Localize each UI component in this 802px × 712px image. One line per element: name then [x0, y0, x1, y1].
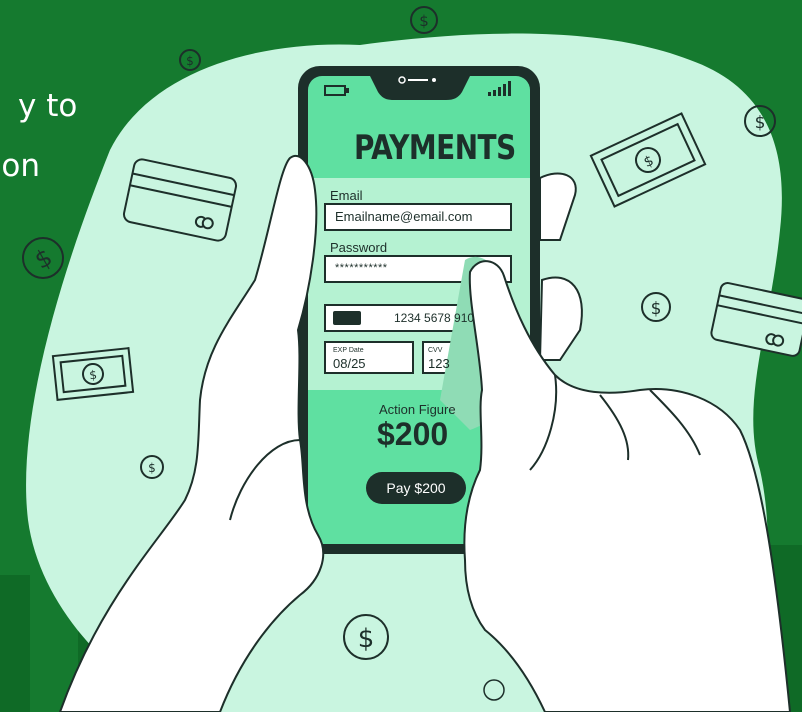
- password-label: Password: [330, 240, 388, 255]
- dollar-coin-icon: $: [179, 49, 201, 71]
- card-number: 1234 5678 910: [394, 311, 475, 325]
- svg-text:$: $: [419, 12, 429, 30]
- email-value: Emailname@email.com: [335, 209, 473, 224]
- price: $200: [377, 416, 449, 452]
- exp-label: EXP Date: [333, 347, 364, 354]
- heading-fragment: y to: [18, 88, 78, 124]
- dollar-coin-icon: $: [410, 6, 438, 34]
- cash-bill-icon: $: [51, 347, 135, 401]
- exp-value: 08/25: [333, 356, 366, 371]
- cvv-value: 123: [428, 356, 450, 371]
- svg-text:$: $: [30, 243, 57, 275]
- email-label: Email: [330, 188, 363, 203]
- illustration-stage: $ $ $ $ $ $ $ $ $ y to on PAYMENTS Email…: [0, 0, 802, 712]
- payments-title: PAYMENTS: [354, 128, 516, 168]
- svg-text:$: $: [186, 54, 194, 68]
- svg-text:$: $: [148, 461, 156, 475]
- svg-text:$: $: [89, 368, 98, 383]
- heading-fragment: on: [1, 148, 40, 184]
- dollar-coin-icon: $: [22, 237, 64, 279]
- svg-text:$: $: [651, 299, 662, 319]
- pay-button: Pay $200: [366, 472, 466, 504]
- svg-text:$: $: [755, 113, 766, 133]
- svg-text:$: $: [358, 624, 375, 654]
- payment-illustration: $ $ $ $ $ $ $ $ $: [0, 6, 802, 712]
- password-value: ***********: [335, 262, 388, 274]
- cvv-label: CVV: [428, 347, 443, 354]
- product-name: Action Figure: [379, 402, 456, 417]
